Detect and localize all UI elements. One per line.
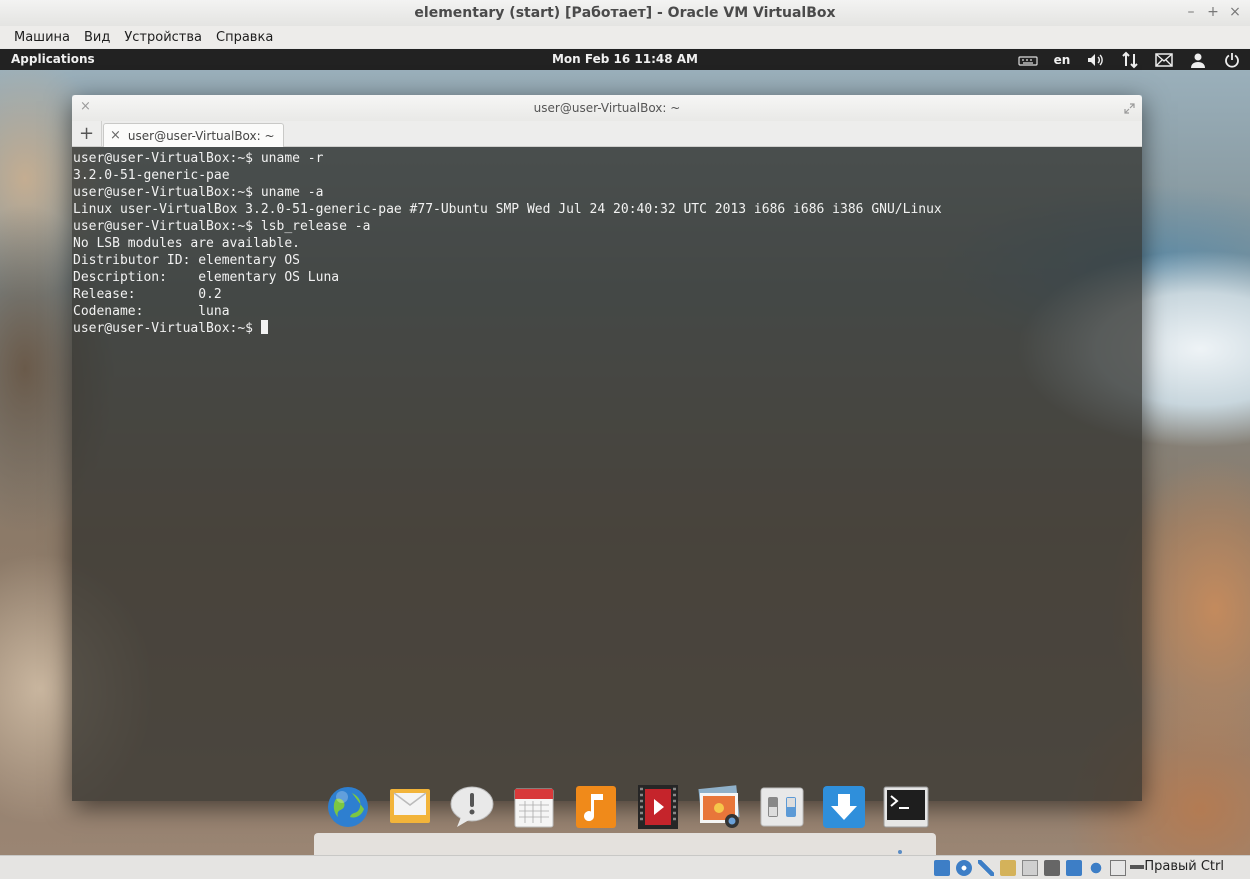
terminal-line: Release: 0.2 (73, 287, 222, 302)
menu-machine[interactable]: Машина (6, 30, 77, 45)
terminal-line: Description: elementary OS Luna (73, 270, 340, 285)
terminal-line: user@user-VirtualBox:~$ uname -r (73, 151, 324, 166)
clock[interactable]: Mon Feb 16 11:48 AM (552, 52, 698, 66)
menu-devices[interactable]: Устройства (117, 30, 209, 45)
status-icons (934, 860, 1126, 876)
mail-icon[interactable] (384, 783, 436, 831)
terminal-line: user@user-VirtualBox:~$ lsb_release -a (73, 219, 371, 234)
volume-icon[interactable] (1086, 49, 1106, 70)
menu-view[interactable]: Вид (77, 30, 117, 45)
minimize-button[interactable]: – (1182, 3, 1200, 21)
keyboard-layout-label[interactable]: en (1052, 49, 1072, 70)
keyboard-icon[interactable] (1018, 49, 1038, 70)
video-capture-icon[interactable] (1066, 860, 1082, 876)
close-button[interactable]: × (1226, 3, 1244, 21)
host-window-controls: – + × (1182, 3, 1244, 21)
dock (314, 783, 936, 855)
user-icon[interactable] (1188, 49, 1208, 70)
maximize-button[interactable]: + (1204, 3, 1222, 21)
terminal-close-icon[interactable]: × (80, 99, 91, 114)
terminal-titlebar[interactable]: × user@user-VirtualBox: ~ (72, 95, 1142, 121)
terminal-tabbar: + × user@user-VirtualBox: ~ (72, 121, 1142, 147)
new-tab-button[interactable]: + (72, 121, 102, 146)
tab-close-icon[interactable]: × (110, 128, 121, 143)
mouse-integration-icon[interactable] (1110, 860, 1126, 876)
display-icon[interactable] (1022, 860, 1038, 876)
virtualization-icon[interactable] (1088, 860, 1104, 876)
software-center-icon[interactable] (818, 783, 870, 831)
network-adapter-icon[interactable] (1044, 860, 1060, 876)
optical-drive-icon[interactable] (956, 860, 972, 876)
guest-screen: Applications Mon Feb 16 11:48 AM en × us… (0, 49, 1250, 855)
host-titlebar: elementary (start) [Работает] - Oracle V… (0, 0, 1250, 26)
host-window-title: elementary (start) [Работает] - Oracle V… (414, 5, 836, 21)
photos-icon[interactable] (694, 783, 746, 831)
terminal-line: Codename: luna (73, 304, 230, 319)
messaging-icon[interactable] (1154, 49, 1174, 70)
running-indicator (898, 850, 902, 854)
maximize-icon[interactable] (1124, 99, 1135, 118)
terminal-line: 3.2.0-51-generic-pae (73, 168, 230, 183)
menu-help[interactable]: Справка (209, 30, 280, 45)
shared-folders-icon[interactable] (1000, 860, 1016, 876)
tab-label: user@user-VirtualBox: ~ (127, 128, 275, 143)
terminal-output[interactable]: user@user-VirtualBox:~$ uname -r 3.2.0-5… (72, 147, 1142, 801)
calendar-icon[interactable] (508, 783, 560, 831)
web-browser-icon[interactable] (322, 783, 374, 831)
top-panel: Applications Mon Feb 16 11:48 AM en (0, 49, 1250, 70)
terminal-icon[interactable] (880, 783, 932, 831)
system-settings-icon[interactable] (756, 783, 808, 831)
terminal-line: user@user-VirtualBox:~$ uname -a (73, 185, 324, 200)
usb-icon[interactable] (978, 860, 994, 876)
host-statusbar: Правый Ctrl (0, 855, 1250, 879)
terminal-cursor (260, 320, 268, 334)
terminal-tab[interactable]: × user@user-VirtualBox: ~ (103, 123, 284, 147)
terminal-line: Distributor ID: elementary OS (73, 253, 300, 268)
applications-menu[interactable]: Applications (11, 52, 95, 66)
host-key-label: Правый Ctrl (1144, 859, 1224, 874)
hard-disk-icon[interactable] (934, 860, 950, 876)
terminal-prompt: user@user-VirtualBox:~$ (73, 321, 261, 336)
notifications-icon[interactable] (446, 783, 498, 831)
dock-shelf (314, 833, 936, 855)
host-menubar: Машина Вид Устройства Справка (0, 26, 1250, 48)
host-key-icon (1130, 860, 1144, 874)
power-icon[interactable] (1222, 49, 1242, 70)
terminal-title: user@user-VirtualBox: ~ (533, 101, 681, 115)
terminal-window: × user@user-VirtualBox: ~ + × user@user-… (72, 95, 1142, 801)
network-icon[interactable] (1120, 49, 1140, 70)
panel-indicators: en (1018, 49, 1242, 70)
videos-icon[interactable] (632, 783, 684, 831)
terminal-line: No LSB modules are available. (73, 236, 300, 251)
music-icon[interactable] (570, 783, 622, 831)
terminal-line: Linux user-VirtualBox 3.2.0-51-generic-p… (73, 202, 942, 217)
terminal-prompt-line: user@user-VirtualBox:~$ (73, 320, 1142, 337)
